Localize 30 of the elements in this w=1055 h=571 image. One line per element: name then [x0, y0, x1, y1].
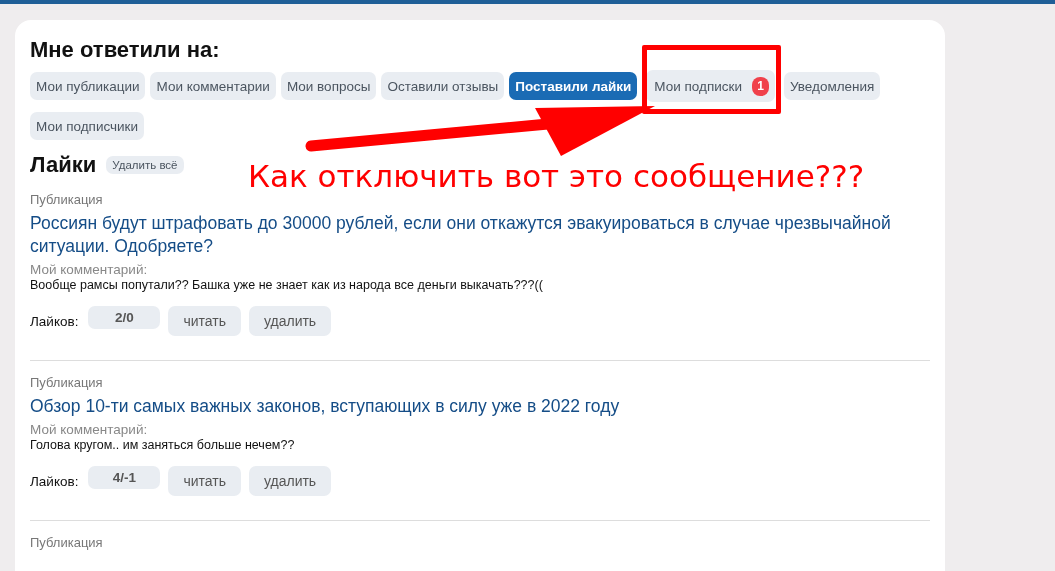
tab[interactable]: Мои комментарии	[150, 72, 276, 100]
item-type: Публикация	[30, 375, 104, 390]
tab[interactable]: Мои подписки 1	[646, 70, 775, 102]
tab[interactable]: Мои публикации	[30, 72, 146, 100]
section-title: Лайки	[30, 152, 97, 178]
likes-count: 4/-1	[88, 465, 161, 489]
action-button[interactable]: читать	[168, 466, 241, 496]
item-type: Публикация	[30, 535, 104, 550]
action-button[interactable]: удалить	[248, 466, 332, 496]
action-button[interactable]: удалить	[248, 306, 332, 336]
annotation-text: Как отключить вот это сообщение???	[248, 158, 865, 194]
likes-label: Лайков:	[30, 313, 79, 329]
tab[interactable]: Поставили лайки	[509, 72, 638, 100]
likes-label: Лайков:	[30, 473, 79, 489]
comment-label: Мой комментарий:	[30, 422, 149, 437]
count-badge: 1	[752, 76, 769, 96]
page-heading: Мне ответили на:	[30, 36, 221, 64]
tab[interactable]: Уведомления	[784, 72, 881, 100]
publication-link[interactable]: Россиян будут штрафовать до 30000 рублей, если они откажутся эвакуироваться в случае чрезвычайной ситуации. Одобряете?	[30, 212, 930, 258]
item-type: Публикация	[30, 192, 104, 207]
likes-count: 2/0	[88, 305, 161, 329]
comment-label: Мой комментарий:	[30, 262, 149, 277]
comment-text: Голова кругом.. им заняться больше нечем??	[30, 438, 296, 452]
delete-all-button[interactable]: Удалить всё	[106, 156, 184, 174]
comment-text: Вообще рамсы попутали?? Башка уже не знает как из народа все деньги выкачать???((	[30, 278, 544, 292]
tab[interactable]: Мои подписчики	[30, 112, 145, 140]
tab[interactable]: Оставили отзывы	[381, 72, 505, 100]
tab[interactable]: Мои вопросы	[280, 72, 377, 100]
publication-link[interactable]: Обзор 10-ти самых важных законов, вступающих в силу уже в 2022 году	[30, 395, 930, 418]
action-button[interactable]: читать	[168, 306, 241, 336]
